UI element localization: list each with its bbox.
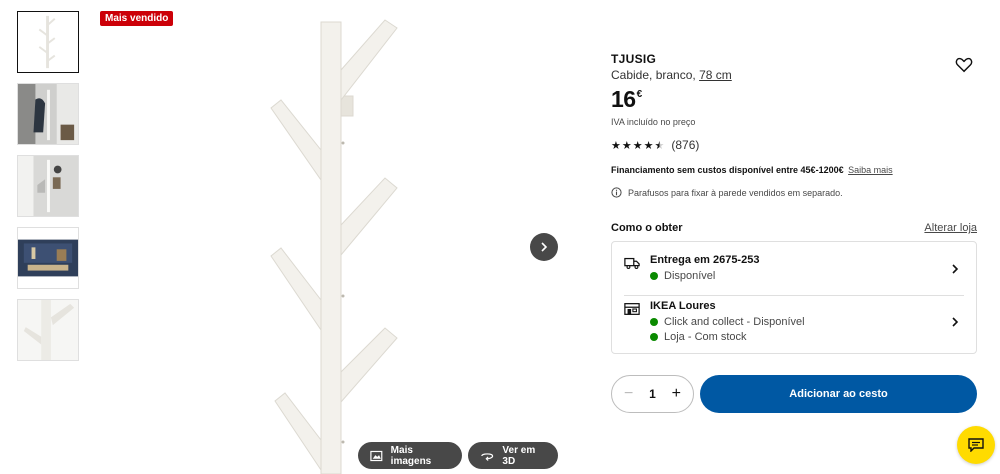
- store-click-collect: Click and collect - Disponível: [650, 316, 805, 328]
- price-currency: €: [636, 89, 643, 100]
- chat-button[interactable]: [957, 426, 995, 464]
- main-product-image[interactable]: [95, 0, 575, 474]
- quantity-stepper: − 1 +: [611, 375, 694, 413]
- product-name: TJUSIG: [611, 52, 657, 66]
- delivery-status-text: Disponível: [664, 270, 716, 282]
- chevron-right-icon: [952, 317, 959, 327]
- financing-text: Financiamento sem custos disponível entr…: [611, 165, 844, 175]
- add-to-cart-button[interactable]: Adicionar ao cesto: [700, 375, 977, 413]
- delivery-option[interactable]: Entrega em 2675-253 Disponível: [624, 252, 964, 296]
- chat-icon: [968, 438, 984, 452]
- product-price: 16€: [611, 86, 642, 113]
- product-description: Cabide, branco, 78 cm: [611, 68, 732, 82]
- product-size-link[interactable]: 78 cm: [699, 68, 732, 82]
- more-images-label: Mais imagens: [390, 444, 432, 467]
- thumbnail-hallway-coats[interactable]: [17, 83, 79, 145]
- store-icon: [624, 303, 640, 315]
- star-full-icon: ★: [611, 139, 621, 152]
- chevron-right-icon: [541, 242, 548, 252]
- delivery-status: Disponível: [650, 270, 715, 282]
- store-title: IKEA Loures: [650, 300, 716, 312]
- thumbnail-strip: [17, 11, 79, 371]
- rotate-3d-icon: [481, 452, 494, 461]
- view-3d-button[interactable]: Ver em 3D: [468, 442, 558, 469]
- available-dot: [650, 318, 658, 326]
- store-option[interactable]: IKEA Loures Click and collect - Disponív…: [624, 298, 964, 348]
- view-3d-label: Ver em 3D: [502, 444, 536, 467]
- fulfillment-card: Entrega em 2675-253 Disponível IKEA Lour…: [611, 241, 977, 354]
- chevron-right-icon: [952, 264, 959, 274]
- delivery-title: Entrega em 2675-253: [650, 254, 760, 266]
- quantity-value[interactable]: 1: [649, 387, 656, 401]
- images-icon: [370, 450, 383, 461]
- in-stock-dot: [650, 333, 658, 341]
- financing-learn-more-link[interactable]: Saiba mais: [848, 165, 893, 175]
- financing-info: Financiamento sem custos disponível entr…: [611, 165, 893, 175]
- increase-quantity-button[interactable]: +: [672, 385, 681, 403]
- store-click-collect-text: Click and collect - Disponível: [664, 316, 805, 328]
- star-half-icon: ★: [654, 139, 665, 152]
- star-full-icon: ★: [632, 139, 643, 152]
- rating-count: (876): [671, 138, 700, 152]
- product-description-text: Cabide, branco,: [611, 68, 696, 82]
- change-store-link[interactable]: Alterar loja: [924, 222, 977, 234]
- star-full-icon: ★: [643, 139, 654, 152]
- next-image-button[interactable]: [530, 233, 558, 261]
- thumbnail-product-detail[interactable]: [17, 299, 79, 361]
- heart-icon[interactable]: [955, 56, 973, 74]
- screws-notice-text: Parafusos para fixar à parede vendidos e…: [628, 187, 843, 198]
- how-to-get-heading: Como o obter: [611, 222, 683, 234]
- store-stock-text: Loja - Com stock: [664, 331, 747, 343]
- price-value: 16: [611, 86, 636, 112]
- vat-note: IVA incluído no preço: [611, 117, 696, 127]
- more-images-button[interactable]: Mais imagens: [358, 442, 462, 469]
- thumbnail-product-photo[interactable]: [17, 11, 79, 73]
- store-stock: Loja - Com stock: [650, 331, 747, 343]
- thumbnail-hallway-white[interactable]: [17, 155, 79, 217]
- available-dot: [650, 272, 658, 280]
- rating[interactable]: ★ ★ ★ ★ ★ (876): [611, 138, 699, 152]
- thumbnail-living-room[interactable]: [17, 227, 79, 289]
- screws-notice: Parafusos para fixar à parede vendidos e…: [611, 187, 843, 198]
- info-icon: [611, 187, 622, 198]
- decrease-quantity-button[interactable]: −: [624, 385, 633, 403]
- star-full-icon: ★: [621, 139, 632, 152]
- truck-icon: [624, 257, 640, 269]
